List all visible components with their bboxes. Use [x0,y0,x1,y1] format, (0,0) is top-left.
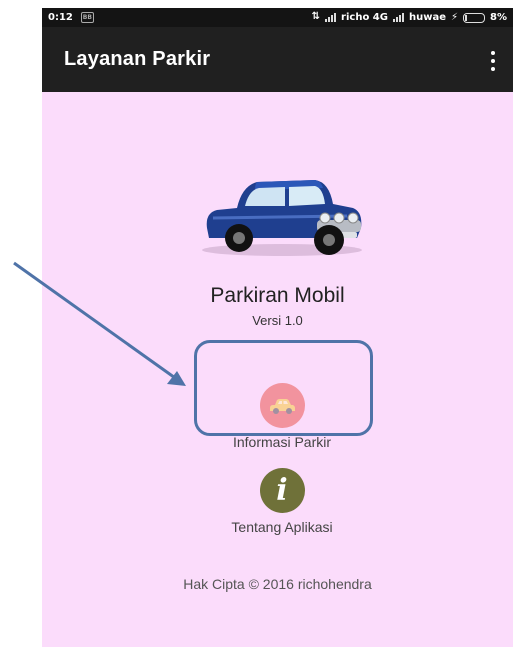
car-illustration [202,180,362,256]
battery-icon [463,12,486,23]
phone-screen: 0:12 BB ⇅ richo 4G huwae ⚡ 8% Layanan Pa… [42,8,513,647]
menu-label-informasi-parkir: Informasi Parkir [232,434,332,450]
highlight-box [194,340,373,436]
app-title: Layanan Parkir [64,48,211,70]
status-bar: 0:12 BB ⇅ richo 4G huwae ⚡ 8% [42,8,513,27]
info-icon: i [259,468,305,513]
status-time: 0:12 [48,12,73,23]
menu-tentang-aplikasi[interactable]: i Tentang Aplikasi [192,468,372,535]
charging-icon: ⚡ [450,12,459,23]
signal-icon [325,13,337,22]
copyright-text: Hak Cipta © 2016 richohendra [183,576,372,592]
app-version: Versi 1.0 [252,313,303,328]
app-name: Parkiran Mobil [210,284,345,307]
data-arrows-icon: ⇅ [311,11,321,22]
overflow-menu-icon[interactable] [489,51,497,71]
menu-label-tentang-aplikasi: Tentang Aplikasi [231,519,333,535]
status-indicators: ⇅ richo 4G huwae ⚡ 8% [311,11,507,23]
carrier-label-1: richo 4G [341,12,388,23]
carrier-label-2: huwae [408,12,446,23]
battery-level: 8% [490,12,507,23]
signal-icon-2 [392,13,404,22]
app-bar: Layanan Parkir [42,27,513,92]
bbm-icon: BB [80,12,94,23]
